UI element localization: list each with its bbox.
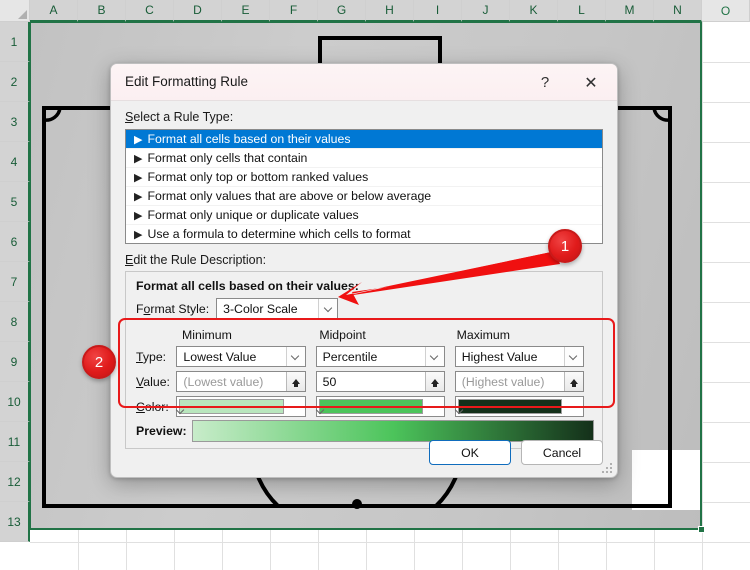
- rule-type-label: Use a formula to determine which cells t…: [147, 227, 411, 241]
- rule-type-label: Format only cells that contain: [147, 151, 308, 165]
- rule-type-item-3[interactable]: ▶ Format only values that are above or be…: [126, 187, 602, 206]
- unshaded-cell: [632, 450, 702, 490]
- screenshot-root: ABCDEFGHIJKLMNO 1 2 3 4 5 6 7 8 9 10 11 12 13: [0, 0, 750, 570]
- column-header-N[interactable]: N: [654, 0, 702, 22]
- bullet-icon: ▶: [134, 172, 143, 184]
- column-header-C[interactable]: C: [126, 0, 174, 22]
- row-header-7[interactable]: 7: [0, 262, 30, 302]
- ok-button[interactable]: OK: [429, 440, 511, 465]
- cancel-button[interactable]: Cancel: [521, 440, 603, 465]
- description-title: Format all cells based on their values:: [136, 279, 359, 293]
- column-header-A[interactable]: A: [30, 0, 78, 22]
- row-header-4[interactable]: 4: [0, 142, 30, 182]
- bullet-icon: ▶: [134, 153, 143, 165]
- row-header-13[interactable]: 13: [0, 502, 30, 542]
- column-header-H[interactable]: H: [366, 0, 414, 22]
- chevron-down-icon[interactable]: [318, 299, 338, 318]
- rule-type-label: Format only top or bottom ranked values: [147, 170, 369, 184]
- format-style-combobox[interactable]: 3-Color Scale: [216, 298, 339, 319]
- bullet-icon: ▶: [134, 191, 143, 203]
- column-header-B[interactable]: B: [78, 0, 126, 22]
- row-header-11[interactable]: 11: [0, 422, 30, 462]
- rule-type-item-2[interactable]: ▶ Format only top or bottom ranked values: [126, 168, 602, 187]
- column-header-M[interactable]: M: [606, 0, 654, 22]
- gridline: [702, 22, 703, 570]
- preview-row: Preview:: [136, 420, 594, 442]
- column-headers: ABCDEFGHIJKLMNO: [30, 0, 750, 22]
- column-header-I[interactable]: I: [414, 0, 462, 22]
- column-header-O[interactable]: O: [702, 0, 750, 22]
- rule-type-item-1[interactable]: ▶ Format only cells that contain: [126, 149, 602, 168]
- row-header-2[interactable]: 2: [0, 62, 30, 102]
- column-header-J[interactable]: J: [462, 0, 510, 22]
- dialog-buttons: OK Cancel: [429, 440, 603, 465]
- close-icon[interactable]: ✕: [571, 64, 611, 101]
- badge-1-number: 1: [560, 237, 570, 255]
- column-header-E[interactable]: E: [222, 0, 270, 22]
- annotation-highlight-box: [118, 318, 615, 408]
- unshaded-cell-2: [632, 490, 702, 510]
- row-header-10[interactable]: 10: [0, 382, 30, 422]
- annotation-badge-1: 1: [548, 229, 582, 263]
- row-header-1[interactable]: 1: [0, 22, 30, 62]
- annotation-badge-2: 2: [82, 345, 116, 379]
- rule-type-label: Format all cells based on their values: [147, 132, 351, 146]
- column-header-D[interactable]: D: [174, 0, 222, 22]
- rule-type-item-4[interactable]: ▶ Format only unique or duplicate values: [126, 206, 602, 225]
- bullet-icon: ▶: [134, 229, 143, 241]
- badge-2-number: 2: [94, 353, 104, 371]
- row-header-5[interactable]: 5: [0, 182, 30, 222]
- rule-type-item-5[interactable]: ▶ Use a formula to determine which cells …: [126, 225, 602, 243]
- edit-formatting-rule-dialog: Edit Formatting Rule ? ✕ Select a Rule T…: [110, 63, 618, 478]
- dialog-title-bar: Edit Formatting Rule ? ✕: [111, 64, 617, 101]
- format-style-label: Format Style:: [136, 301, 210, 316]
- rule-type-label: Format only unique or duplicate values: [147, 208, 359, 222]
- row-header-8[interactable]: 8: [0, 302, 30, 342]
- column-header-L[interactable]: L: [558, 0, 606, 22]
- row-header-6[interactable]: 6: [0, 222, 30, 262]
- bullet-icon: ▶: [134, 134, 143, 146]
- rule-description-label: Edit the Rule Description:: [125, 253, 267, 267]
- column-header-K[interactable]: K: [510, 0, 558, 22]
- bullet-icon: ▶: [134, 210, 143, 222]
- resize-grip[interactable]: [602, 463, 613, 474]
- help-icon[interactable]: ?: [525, 64, 565, 101]
- format-style-value: 3-Color Scale: [223, 301, 298, 316]
- row-header-12[interactable]: 12: [0, 462, 30, 502]
- rule-type-label: Select a Rule Type:: [125, 110, 234, 124]
- selection-fill-handle[interactable]: [698, 526, 705, 533]
- dialog-title: Edit Formatting Rule: [125, 74, 249, 89]
- rule-type-list[interactable]: ▶ Format all cells based on their values ▶…: [125, 129, 603, 244]
- column-header-F[interactable]: F: [270, 0, 318, 22]
- column-header-G[interactable]: G: [318, 0, 366, 22]
- row-header-9[interactable]: 9: [0, 342, 30, 382]
- preview-gradient-bar: [192, 420, 594, 442]
- preview-label: Preview:: [136, 424, 187, 438]
- gridline: [30, 542, 750, 543]
- row-headers: 1 2 3 4 5 6 7 8 9 10 11 12 13: [0, 22, 30, 542]
- rule-type-item-0[interactable]: ▶ Format all cells based on their values: [126, 130, 602, 149]
- format-style-row: Format Style: 3-Color Scale: [136, 298, 339, 319]
- select-all-corner[interactable]: [0, 0, 30, 22]
- row-header-3[interactable]: 3: [0, 102, 30, 142]
- select-all-triangle-icon: [18, 10, 27, 19]
- rule-type-label: Format only values that are above or bel…: [147, 189, 432, 203]
